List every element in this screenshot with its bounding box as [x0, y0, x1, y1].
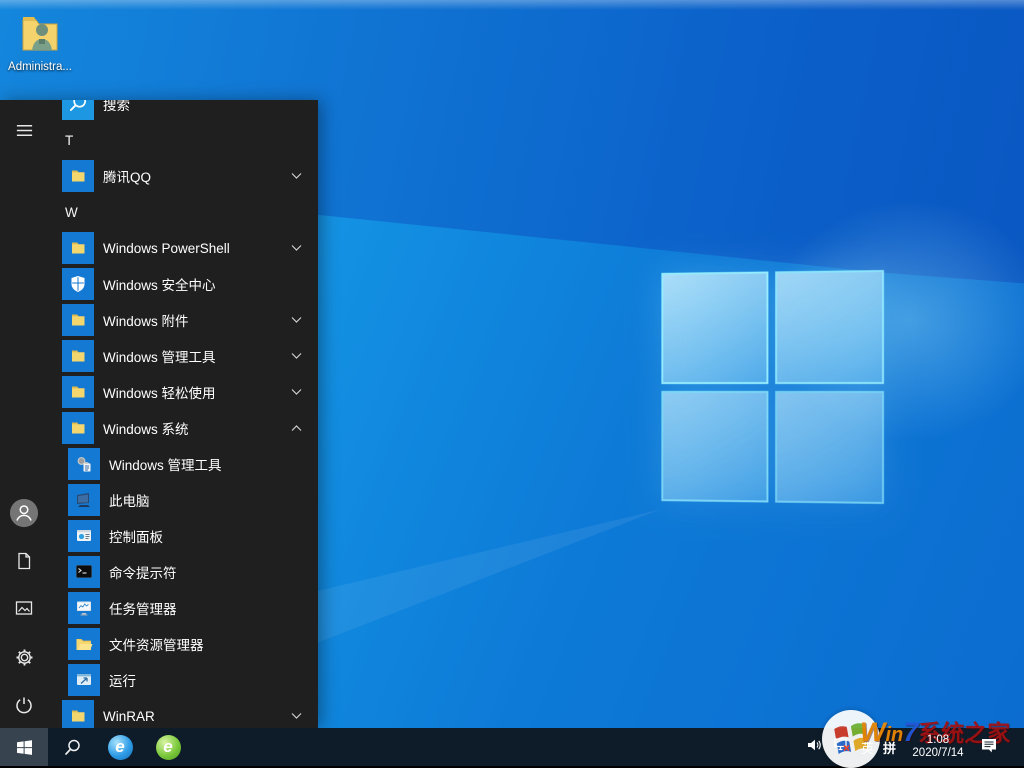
this-pc-icon [68, 484, 100, 516]
windows-logo-wallpaper [661, 270, 884, 504]
folder-icon [62, 232, 94, 264]
volume-icon[interactable] [805, 736, 824, 759]
file-explorer-icon [68, 628, 100, 660]
logo-pane [661, 272, 768, 384]
documents-icon[interactable] [0, 537, 48, 585]
start-menu-item-label: Windows PowerShell [103, 241, 230, 256]
taskbar-search-button[interactable] [48, 728, 96, 766]
start-menu-item-label: Windows 轻松使用 [103, 382, 216, 402]
start-menu-item[interactable]: Windows 系统 [48, 410, 318, 446]
start-menu-item[interactable]: 控制面板 [48, 518, 318, 554]
folder-icon [62, 376, 94, 408]
start-menu-item[interactable]: 搜索 [48, 100, 318, 122]
clock-time: 1:08 [905, 734, 971, 747]
start-menu-item[interactable]: 此电脑 [48, 482, 318, 518]
shield-icon [62, 268, 94, 300]
start-menu-item[interactable]: 文件资源管理器 [48, 626, 318, 662]
green-browser-icon: e [156, 735, 181, 760]
start-menu-item[interactable]: Windows 附件 [48, 302, 318, 338]
search-icon [63, 738, 82, 757]
start-menu-item[interactable]: 腾讯QQ [48, 158, 318, 194]
clock-date: 2020/7/14 [905, 747, 971, 760]
ie-browser-icon: e [108, 735, 133, 760]
start-menu-section-header[interactable]: T [48, 122, 318, 158]
start-menu-item[interactable]: Windows 轻松使用 [48, 374, 318, 410]
system-tray: 英 拼 1:08 2020/7/14 [805, 734, 1024, 760]
start-menu-item[interactable]: Windows PowerShell [48, 230, 318, 266]
taskbar-ie-browser-button[interactable]: e [96, 728, 144, 766]
taskbar-clock[interactable]: 1:08 2020/7/14 [905, 734, 971, 760]
user-folder-icon [17, 41, 63, 58]
logo-pane [775, 270, 884, 384]
folder-icon [62, 412, 94, 444]
start-menu-section-header[interactable]: W [48, 194, 318, 230]
logo-pane [775, 390, 884, 504]
start-menu-item-label: Windows 安全中心 [103, 274, 216, 294]
start-menu-item-label: Windows 附件 [103, 310, 189, 330]
desktop-icon-user-folder[interactable]: Administra... [8, 12, 72, 73]
user-icon[interactable] [0, 489, 48, 537]
chevron-up-icon[interactable] [291, 425, 302, 432]
wallpaper-top-light-strip [0, 0, 1024, 10]
language-indicator[interactable]: 英 [861, 738, 874, 757]
start-menu-item-label: Windows 系统 [103, 418, 189, 438]
hamburger-menu-icon[interactable] [0, 106, 48, 154]
start-menu-item[interactable]: WinRAR [48, 698, 318, 728]
start-menu-item-label: 命令提示符 [109, 562, 177, 582]
start-menu-item-label: 搜索 [103, 100, 130, 114]
start-menu-item[interactable]: 运行 [48, 662, 318, 698]
logo-pane [661, 390, 768, 502]
action-center-icon[interactable] [980, 736, 998, 759]
folder-icon [62, 700, 94, 728]
control-panel-icon [68, 520, 100, 552]
start-menu-item-label: 腾讯QQ [103, 166, 151, 186]
start-menu: 搜索 T 腾讯QQ W Windows PowerShell Windows 安全中心 Wi… [0, 100, 318, 728]
folder-icon [62, 304, 94, 336]
start-menu-app-list: 搜索 T 腾讯QQ W Windows PowerShell Windows 安全中心 Wi… [48, 100, 318, 728]
start-menu-item-label: 文件资源管理器 [109, 634, 204, 654]
start-menu-item-label: 任务管理器 [109, 598, 177, 618]
chevron-down-icon[interactable] [291, 245, 302, 252]
run-icon [68, 664, 100, 696]
chevron-down-icon[interactable] [291, 317, 302, 324]
command-prompt-icon [68, 556, 100, 588]
chevron-down-icon[interactable] [291, 173, 302, 180]
start-menu-item[interactable]: 命令提示符 [48, 554, 318, 590]
start-menu-left-rail [0, 100, 48, 728]
chevron-down-icon[interactable] [291, 389, 302, 396]
start-menu-item[interactable]: 任务管理器 [48, 590, 318, 626]
folder-icon [62, 160, 94, 192]
start-menu-item-label: WinRAR [103, 709, 155, 724]
start-menu-item-label: Windows 管理工具 [103, 346, 216, 366]
search-icon [62, 100, 94, 120]
pictures-icon[interactable] [0, 584, 48, 632]
network-disconnected-icon[interactable] [833, 736, 852, 759]
start-menu-item-label: 此电脑 [109, 490, 150, 510]
start-menu-item[interactable]: Windows 管理工具 [48, 338, 318, 374]
chevron-down-icon[interactable] [291, 353, 302, 360]
start-menu-item[interactable]: Windows 安全中心 [48, 266, 318, 302]
folder-icon [62, 340, 94, 372]
start-button[interactable] [0, 728, 48, 766]
task-manager-icon [68, 592, 100, 624]
taskbar-green-browser-button[interactable]: e [144, 728, 192, 766]
start-menu-item-label: 控制面板 [109, 526, 163, 546]
ime-indicator[interactable]: 拼 [883, 738, 896, 757]
desktop-icon-label: Administra... [8, 61, 72, 73]
settings-icon[interactable] [0, 633, 48, 681]
start-menu-item[interactable]: Windows 管理工具 [48, 446, 318, 482]
admin-tools-icon [68, 448, 100, 480]
start-menu-item-label: 运行 [109, 670, 136, 690]
power-icon[interactable] [0, 681, 48, 728]
chevron-down-icon[interactable] [291, 713, 302, 720]
windows-flag-icon [16, 739, 33, 756]
taskbar-content: e e 英 拼 1:08 2020/7/14 [0, 728, 1024, 766]
start-menu-item-label: Windows 管理工具 [109, 454, 222, 474]
